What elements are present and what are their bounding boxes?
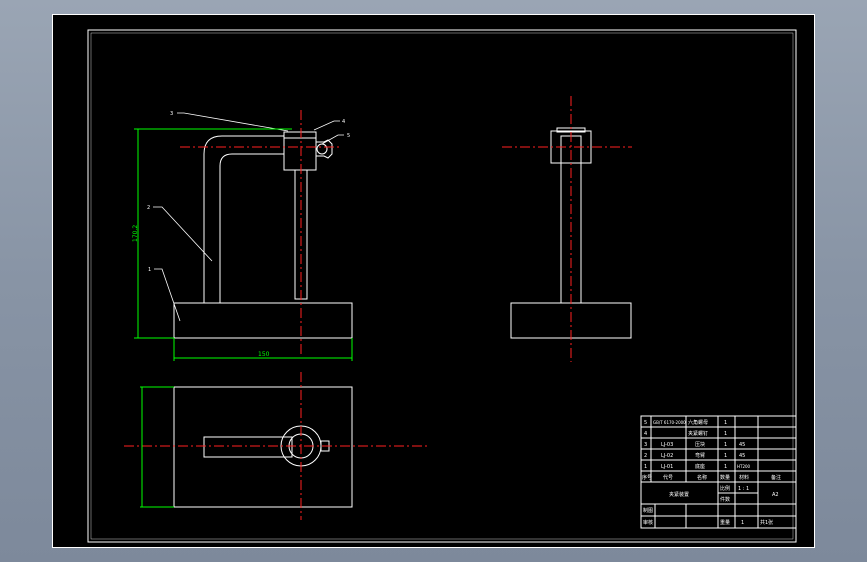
weight-value: 1 bbox=[741, 520, 744, 526]
balloon-5: 5 bbox=[347, 133, 350, 139]
part-material: 45 bbox=[739, 442, 745, 448]
sheet-number: A2 bbox=[772, 492, 779, 498]
sheet-inner-border bbox=[87, 29, 797, 543]
header-material: 材料 bbox=[739, 474, 749, 481]
front-view: 1 2 3 4 5 170.2 150 bbox=[132, 110, 353, 361]
part-qty: 1 bbox=[724, 431, 727, 437]
part-no: 1 bbox=[644, 464, 647, 470]
parts-header: 序号 代号 名称 数量 材料 备注 bbox=[642, 474, 781, 481]
cad-drawing: 1 2 3 4 5 170.2 150 5 GB/T 6170-2000 六角螺… bbox=[52, 14, 815, 548]
part-no: 4 bbox=[644, 431, 647, 437]
part-code: GB/T 6170-2000 bbox=[653, 420, 686, 425]
drawing-canvas: 1 2 3 4 5 170.2 150 5 GB/T 6170-2000 六角螺… bbox=[52, 14, 815, 548]
header-qty: 数量 bbox=[720, 474, 730, 481]
front-arm bbox=[203, 135, 285, 303]
dim-width: 150 bbox=[258, 351, 270, 358]
balloon-4: 4 bbox=[342, 119, 345, 125]
part-no: 5 bbox=[644, 420, 647, 426]
check-label: 审核 bbox=[643, 519, 653, 526]
part-material: HT200 bbox=[737, 464, 751, 469]
part-name: 夹紧螺钉 bbox=[688, 430, 708, 437]
balloon-2: 2 bbox=[147, 205, 150, 211]
part-qty: 1 bbox=[724, 464, 727, 470]
drawing-title: 夹紧装置 bbox=[669, 491, 689, 498]
part-qty: 1 bbox=[724, 420, 727, 426]
balloon-3: 3 bbox=[170, 111, 173, 117]
sheet-frame-line bbox=[90, 32, 794, 540]
part-qty: 1 bbox=[724, 453, 727, 459]
weight-label: 重量 bbox=[720, 519, 730, 526]
top-arm bbox=[203, 436, 293, 458]
scale-label: 比例 bbox=[720, 485, 730, 492]
header-no: 序号 bbox=[642, 474, 652, 481]
scale-value: 1 : 1 bbox=[738, 486, 749, 492]
part-code: LJ-03 bbox=[661, 442, 673, 448]
top-base bbox=[173, 386, 353, 508]
part-material: 45 bbox=[739, 453, 745, 459]
balloon-1: 1 bbox=[148, 267, 151, 273]
part-no: 2 bbox=[644, 453, 647, 459]
part-name: 压块 bbox=[695, 441, 705, 448]
header-name: 名称 bbox=[697, 474, 707, 481]
part-name: 六角螺母 bbox=[688, 419, 708, 426]
part-qty: 1 bbox=[724, 442, 727, 448]
part-no: 3 bbox=[644, 442, 647, 448]
part-name: 弯臂 bbox=[695, 452, 705, 459]
header-code: 代号 bbox=[663, 474, 673, 481]
header-note: 备注 bbox=[771, 474, 781, 481]
dim-height: 170.2 bbox=[132, 225, 139, 242]
sheet-count: 共1张 bbox=[760, 519, 773, 526]
part-name: 底座 bbox=[695, 463, 705, 470]
top-view bbox=[124, 372, 427, 520]
qty-label: 件数 bbox=[720, 496, 730, 503]
part-code: LJ-02 bbox=[661, 453, 673, 459]
side-view bbox=[502, 96, 632, 362]
draw-label: 制图 bbox=[643, 507, 653, 514]
part-code: LJ-01 bbox=[661, 464, 673, 470]
title-block: 5 GB/T 6170-2000 六角螺母 1 4 夹紧螺钉 1 3 LJ-03… bbox=[640, 415, 797, 529]
front-base bbox=[173, 302, 353, 339]
